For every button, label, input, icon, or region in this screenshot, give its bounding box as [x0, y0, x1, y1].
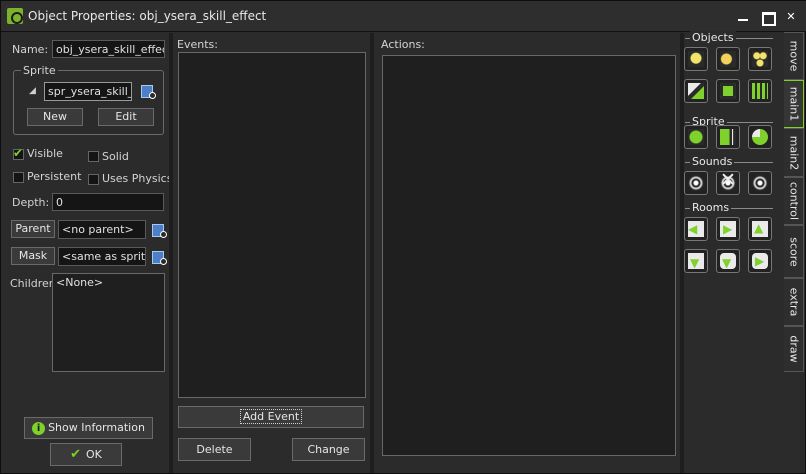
change-sprite-icon[interactable]: [684, 125, 708, 149]
parent-browse-icon[interactable]: [152, 223, 167, 238]
checkmark-icon: ✔: [70, 447, 82, 462]
parent-select[interactable]: <no parent>: [58, 220, 146, 239]
library-separator: [729, 38, 773, 39]
edit-sprite-button[interactable]: Edit: [98, 108, 154, 126]
name-label: Name:: [12, 43, 49, 56]
play-sound-icon[interactable]: [684, 171, 708, 195]
actions-list[interactable]: [382, 55, 676, 456]
check-next-icon[interactable]: ▶: [748, 249, 772, 273]
ok-label: OK: [86, 448, 102, 461]
delete-event-button[interactable]: Delete: [178, 438, 251, 461]
check-previous-icon[interactable]: ▼: [716, 249, 740, 273]
check-sound-icon[interactable]: [748, 171, 772, 195]
library-separator: [722, 122, 773, 123]
solid-label: Solid: [102, 150, 129, 163]
change-instance-icon[interactable]: [684, 79, 708, 103]
panel-divider: [169, 33, 173, 473]
next-room-icon[interactable]: ▶: [716, 217, 740, 241]
tab-move[interactable]: move: [784, 32, 804, 80]
title-bar[interactable]: Object Properties: obj_ysera_skill_effec…: [1, 1, 806, 32]
tab-main1[interactable]: main1: [784, 80, 804, 128]
depth-input[interactable]: 0: [52, 193, 164, 211]
minimize-button[interactable]: [732, 9, 754, 25]
events-label: Events:: [177, 38, 218, 51]
parent-button[interactable]: Parent: [11, 220, 55, 238]
previous-room-icon[interactable]: ◀: [684, 217, 708, 241]
solid-checkbox[interactable]: [88, 151, 99, 162]
object-properties-window: Object Properties: obj_ysera_skill_effec…: [0, 0, 806, 474]
sprite-group-title: Sprite: [21, 64, 58, 77]
visible-label: Visible: [27, 147, 63, 160]
maximize-button[interactable]: [756, 9, 778, 26]
destroy-at-position-icon[interactable]: [748, 79, 772, 103]
panel-divider: [370, 33, 374, 473]
close-button[interactable]: ✕: [780, 9, 802, 25]
tab-draw[interactable]: draw: [784, 326, 804, 372]
add-event-button[interactable]: Add Event: [178, 406, 364, 428]
uses-physics-checkbox[interactable]: [88, 174, 99, 185]
library-separator: [731, 162, 773, 163]
depth-label: Depth:: [12, 196, 50, 209]
window-title: Object Properties: obj_ysera_skill_effec…: [28, 9, 267, 23]
events-list[interactable]: [178, 52, 366, 398]
info-icon: i: [32, 421, 46, 435]
uses-physics-label: Uses Physics: [102, 172, 173, 185]
mask-button[interactable]: Mask: [11, 247, 55, 265]
mask-select[interactable]: <same as sprite>: [58, 247, 146, 266]
children-list[interactable]: <None>: [52, 273, 165, 372]
tab-score[interactable]: score: [784, 225, 804, 278]
create-instance-icon[interactable]: [684, 47, 708, 71]
sprite-preview-icon: ◢: [29, 86, 36, 96]
library-separator: [727, 208, 773, 209]
different-room-icon[interactable]: ▼: [684, 249, 708, 273]
gamemaker-logo-icon: [7, 8, 23, 24]
sprite-select[interactable]: spr_ysera_skill_eff: [44, 82, 132, 101]
create-random-icon[interactable]: [748, 47, 772, 71]
add-event-label: Add Event: [239, 409, 303, 424]
show-information-label: Show Information: [48, 421, 145, 434]
visible-checkbox[interactable]: [13, 146, 24, 160]
mask-browse-icon[interactable]: [152, 250, 167, 265]
new-sprite-button[interactable]: New: [27, 108, 83, 126]
stop-sound-icon[interactable]: ✕: [716, 169, 740, 195]
change-event-button[interactable]: Change: [292, 438, 365, 461]
persistent-checkbox[interactable]: [13, 172, 24, 183]
rooms-section-label: Rooms: [690, 201, 732, 214]
ok-button[interactable]: ✔ OK: [50, 443, 122, 466]
sprite-browse-icon[interactable]: [141, 84, 156, 99]
show-information-button[interactable]: i Show Information: [24, 417, 153, 439]
tab-main2[interactable]: main2: [784, 128, 804, 177]
color-sprite-icon[interactable]: [748, 125, 772, 149]
objects-section-label: Objects: [690, 31, 736, 44]
sounds-section-label: Sounds: [690, 155, 735, 168]
restart-room-icon[interactable]: ▲: [748, 217, 772, 241]
create-moving-icon[interactable]: [716, 47, 740, 71]
transform-sprite-icon[interactable]: [716, 125, 740, 149]
persistent-label: Persistent: [27, 170, 82, 183]
actions-label: Actions:: [381, 38, 425, 51]
list-item[interactable]: <None>: [56, 276, 161, 289]
tab-control[interactable]: control: [784, 177, 804, 225]
destroy-instance-icon[interactable]: [716, 79, 740, 103]
name-input[interactable]: obj_ysera_skill_effect: [52, 40, 165, 58]
tab-extra[interactable]: extra: [784, 278, 804, 326]
